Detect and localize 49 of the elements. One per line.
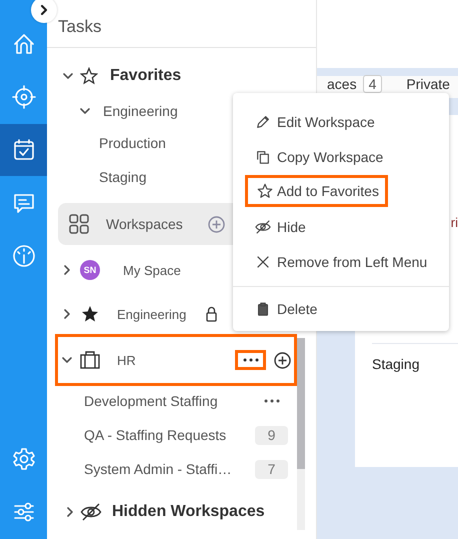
section-heading[interactable]: Hidden Workspaces bbox=[112, 503, 265, 521]
copy-icon bbox=[255, 148, 271, 164]
briefcase-icon bbox=[80, 351, 100, 369]
more-icon[interactable] bbox=[264, 399, 280, 403]
favorite-group[interactable]: Engineering bbox=[103, 103, 178, 119]
clipboard-icon bbox=[255, 300, 271, 316]
menu-item[interactable]: Add to Favorites bbox=[245, 175, 388, 207]
menu-item[interactable]: Copy Workspace bbox=[233, 139, 449, 174]
menu-item[interactable]: Edit Workspace bbox=[233, 104, 449, 139]
tab[interactable]: Private bbox=[406, 76, 450, 92]
chevron-down-icon[interactable] bbox=[79, 105, 91, 117]
chevron-right-icon[interactable] bbox=[38, 4, 50, 16]
table-cell: ri bbox=[450, 215, 458, 230]
avatar: SN bbox=[80, 260, 100, 280]
menu-item[interactable]: Delete bbox=[233, 291, 449, 326]
workspaces-header[interactable]: Workspaces bbox=[58, 203, 233, 245]
workspace-item[interactable]: My Space bbox=[123, 262, 181, 278]
menu-item[interactable]: Remove from Left Menu bbox=[233, 244, 449, 279]
workspace-item[interactable]: Development Staffing bbox=[84, 393, 264, 409]
menu-item[interactable]: Hide bbox=[233, 209, 449, 244]
add-icon[interactable] bbox=[274, 352, 291, 368]
favorite-item[interactable]: Staging bbox=[99, 169, 146, 185]
count-badge: 4 bbox=[362, 75, 382, 93]
grid-icon bbox=[69, 214, 89, 234]
workspace-item[interactable]: HR bbox=[117, 352, 136, 368]
workspace-item[interactable]: System Admin - Staffi… bbox=[84, 461, 255, 477]
chevron-down-icon[interactable] bbox=[61, 354, 73, 366]
close-icon bbox=[255, 254, 271, 270]
chevron-down-icon[interactable] bbox=[62, 70, 74, 82]
tab[interactable]: aces bbox=[327, 76, 357, 92]
count-badge: 9 bbox=[255, 426, 288, 444]
scrollbar[interactable] bbox=[297, 338, 305, 530]
star-icon bbox=[81, 305, 99, 323]
panel-title: Tasks bbox=[58, 17, 102, 36]
star-outline-icon bbox=[80, 67, 98, 85]
eye-slash-icon bbox=[80, 503, 102, 521]
star-outline-icon bbox=[257, 183, 273, 199]
favorite-item[interactable]: Production bbox=[99, 135, 166, 151]
more-button[interactable] bbox=[235, 350, 266, 370]
pencil-icon bbox=[255, 114, 271, 130]
table-cell-text: Staging bbox=[372, 356, 420, 372]
eye-slash-icon bbox=[255, 218, 271, 234]
section-heading[interactable]: Favorites bbox=[110, 67, 182, 85]
calendar-check-icon[interactable] bbox=[0, 124, 47, 176]
workspace-item[interactable]: Engineering bbox=[117, 306, 186, 322]
chevron-right-icon[interactable] bbox=[64, 506, 76, 518]
more-icon[interactable] bbox=[242, 358, 258, 362]
workspace-item[interactable]: QA - Staffing Requests bbox=[84, 427, 255, 443]
count-badge: 7 bbox=[255, 460, 288, 478]
